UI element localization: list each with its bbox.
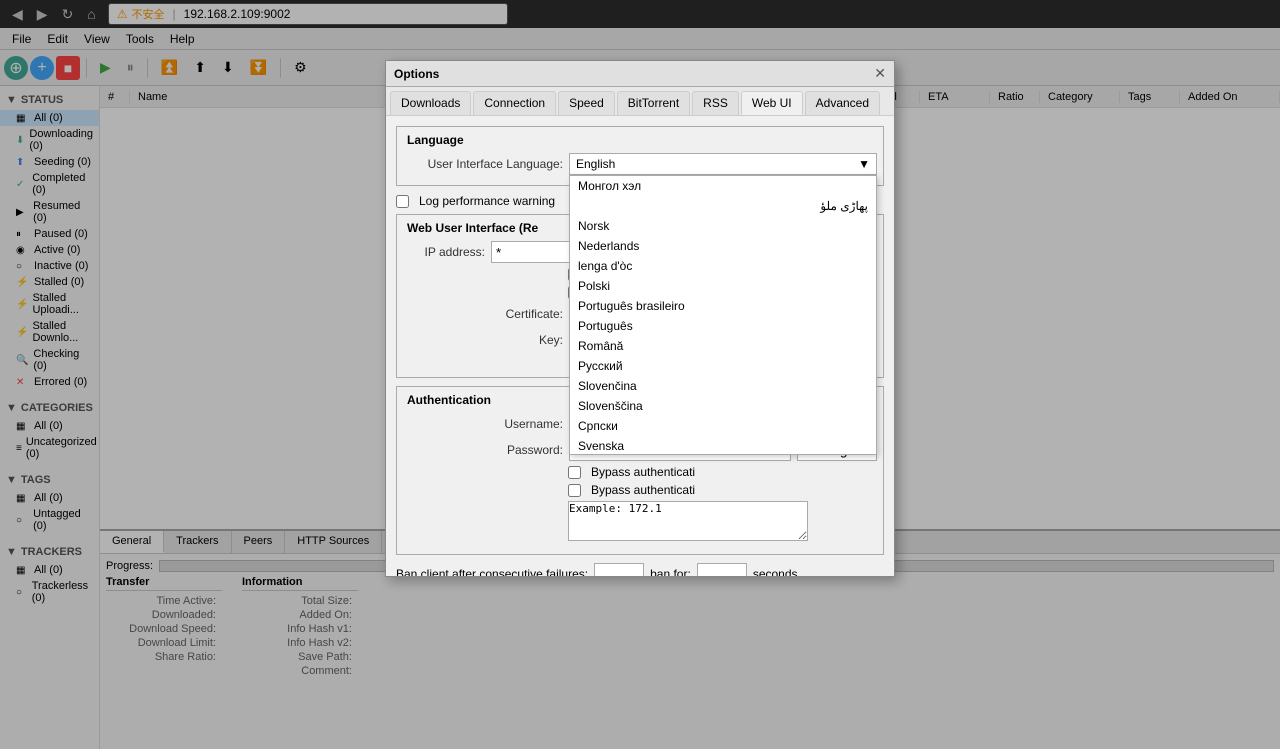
ip-address-label: IP address: [403, 245, 485, 259]
log-perf-label: Log performance warning [419, 194, 555, 208]
log-perf-checkbox[interactable] [396, 195, 409, 208]
lang-option-pahadi[interactable]: پهاڑی ملؤ [570, 196, 876, 216]
ban-for-label: ban for: [650, 567, 691, 576]
lang-option-slovenian[interactable]: Slovenščina [570, 396, 876, 416]
modal-tab-advanced[interactable]: Advanced [805, 91, 880, 115]
modal-tab-speed[interactable]: Speed [558, 91, 615, 115]
language-section-title: Language [403, 133, 468, 147]
auth-section-title: Authentication [403, 393, 495, 407]
ban-failures-input[interactable]: 5 [594, 563, 644, 576]
modal-tab-connection[interactable]: Connection [473, 91, 556, 115]
lang-option-dutch[interactable]: Nederlands [570, 236, 876, 256]
ip-whitelist-textarea[interactable]: Example: 172.1 [568, 501, 808, 541]
bypass-checkbox[interactable] [568, 466, 581, 479]
modal-tab-webui[interactable]: Web UI [741, 91, 803, 115]
modal-tabs: Downloads Connection Speed BitTorrent RS… [386, 87, 894, 116]
ui-language-label: User Interface Language: [403, 157, 563, 171]
lang-option-swedish[interactable]: Svenska [570, 436, 876, 455]
lang-option-occitan[interactable]: lenga d'òc [570, 256, 876, 276]
modal-tab-bittorrent[interactable]: BitTorrent [617, 91, 690, 115]
bypass2-checkbox[interactable] [568, 484, 581, 497]
lang-option-russian[interactable]: Русский [570, 356, 876, 376]
lang-option-slovak[interactable]: Slovenčina [570, 376, 876, 396]
cert-label: Certificate: [403, 307, 563, 321]
ban-seconds-label: seconds [753, 567, 798, 576]
modal-tab-rss[interactable]: RSS [692, 91, 739, 115]
lang-option-polish[interactable]: Polski [570, 276, 876, 296]
lang-option-mongolian[interactable]: Монгол хэл [570, 176, 876, 196]
webui-section-title: Web User Interface (Re [403, 221, 542, 235]
language-section: Language User Interface Language: Englis… [396, 126, 884, 186]
modal-title-bar: Options ✕ [386, 61, 894, 87]
language-dropdown-list: Монгол хэл پهاڑی ملؤ Norsk Nederlands le… [569, 175, 877, 455]
dropdown-arrow-icon: ▼ [858, 157, 870, 171]
modal-overlay: Options ✕ Downloads Connection Speed Bit… [0, 0, 1280, 749]
username-label: Username: [403, 417, 563, 431]
lang-option-norsk[interactable]: Norsk [570, 216, 876, 236]
bypass-label: Bypass authenticati [591, 465, 695, 479]
lang-option-serbian[interactable]: Српски [570, 416, 876, 436]
modal-title-text: Options [394, 67, 439, 81]
language-dropdown[interactable]: English ▼ Монгол хэл پهاڑی ملؤ Norsk Ned… [569, 153, 877, 175]
modal-body: Language User Interface Language: Englis… [386, 116, 894, 576]
ui-language-row: User Interface Language: English ▼ Монго… [403, 153, 877, 175]
bypass-row: Bypass authenticati [403, 465, 877, 479]
bypass2-row: Bypass authenticati [403, 483, 877, 497]
lang-option-romanian[interactable]: Română [570, 336, 876, 356]
lang-option-pt[interactable]: Português [570, 316, 876, 336]
bypass2-label: Bypass authenticati [591, 483, 695, 497]
lang-option-pt-br[interactable]: Português brasileiro [570, 296, 876, 316]
ban-row: Ban client after consecutive failures: 5… [396, 563, 884, 576]
options-modal: Options ✕ Downloads Connection Speed Bit… [385, 60, 895, 577]
key-label: Key: [403, 333, 563, 347]
selected-language-text: English [576, 157, 615, 171]
password-label: Password: [403, 443, 563, 457]
modal-tab-downloads[interactable]: Downloads [390, 91, 471, 115]
language-dropdown-selected[interactable]: English ▼ [569, 153, 877, 175]
modal-close-button[interactable]: ✕ [874, 65, 886, 82]
ip-example-container: Example: 172.1 [568, 501, 877, 544]
ban-duration-input[interactable]: 3600 [697, 563, 747, 576]
ban-label: Ban client after consecutive failures: [396, 567, 588, 576]
